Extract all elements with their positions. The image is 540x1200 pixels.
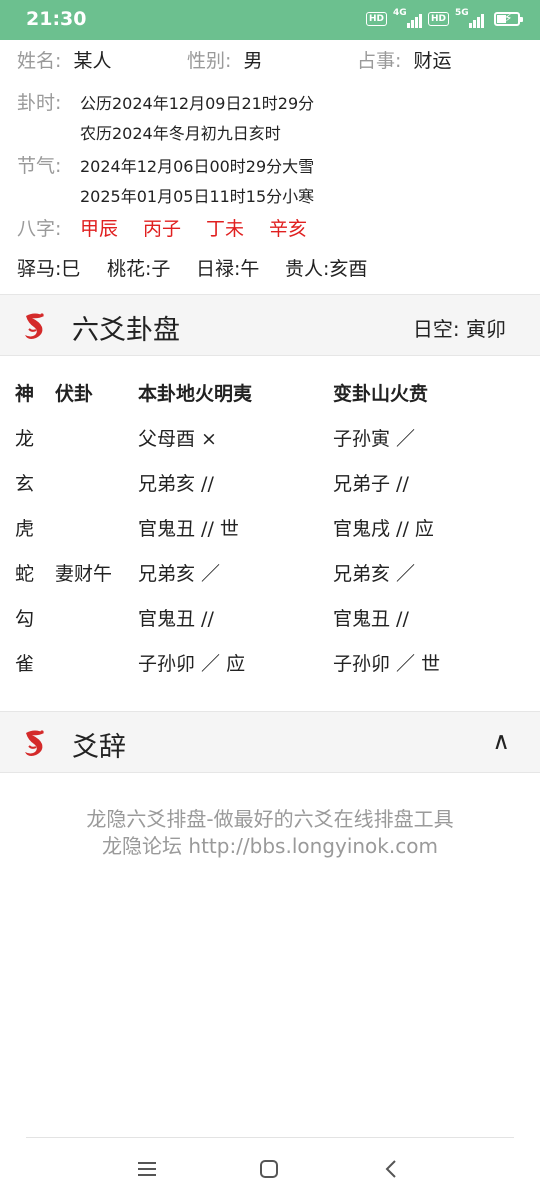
shensha-yima: 驿马:巳 [17,258,81,280]
table-row: 雀 子孙卯 ／ 应 子孙卯 ／ 世 [15,649,525,681]
battery-icon: ⚡ [494,11,523,26]
row-ben: 官鬼丑 // [138,608,214,630]
header-ben: 本卦地火明夷 [138,383,253,405]
matter-label: 占事: [357,50,402,72]
time-label: 卦时: [17,92,62,114]
status-time: 21:30 [26,8,87,30]
row-ben: 兄弟亥 ／ [138,563,221,585]
row-ben: 兄弟亥 // [138,473,214,495]
solar-term-1: 2024年12月06日00时29分大雪 [80,157,315,176]
solar-term-label: 节气: [17,155,62,177]
time-label-row: 卦时: [17,88,61,115]
shensha-taohua: 桃花:子 [107,258,171,280]
header-shen: 神 [15,383,35,405]
time-solar: 公历2024年12月09日21时29分 [80,94,315,113]
gender-row: 性别: 男 [187,46,262,73]
gender-value: 男 [243,50,263,72]
table-header-row: 神 伏卦 本卦地火明夷 变卦山火贲 [15,379,525,411]
row-shen: 龙 [15,428,35,450]
bazi-pillar-month: 丙子 [143,218,182,240]
gua-section-header[interactable]: 六爻卦盘 日空: 寅卯 [0,294,540,356]
row-bian: 官鬼戌 // 应 [333,518,434,540]
row-bian: 兄弟子 // [333,473,409,495]
row-fu: 妻财午 [55,563,113,585]
bazi-pillar-year: 甲辰 [80,218,119,240]
hd-badge-2: HD [427,12,449,26]
gua-section-title: 六爻卦盘 [72,315,180,346]
footer: 龙隐六爻排盘-做最好的六爻在线排盘工具 龙隐论坛 http://bbs.long… [0,806,540,860]
row-bian: 官鬼丑 // [333,608,409,630]
system-nav-bar [0,1140,540,1200]
dragon-logo-icon [25,313,44,339]
matter-value: 财运 [413,50,452,72]
bazi-pillar-day: 丁未 [206,218,245,240]
bazi-pillar-hour: 辛亥 [269,218,308,240]
row-ben: 子孙卯 ／ 应 [138,653,246,675]
yaoci-section-header[interactable]: 爻辞 ∧ [0,711,540,773]
gender-label: 性别: [187,50,232,72]
back-button[interactable] [376,1154,406,1184]
row-shen: 勾 [15,608,35,630]
name-value: 某人 [73,50,112,72]
table-row: 勾 官鬼丑 // 官鬼丑 // [15,604,525,636]
time-lunar: 农历2024年冬月初九日亥时 [80,124,281,143]
bazi-row: 八字: [17,214,61,241]
status-icons: HD 4G HD 5G ⚡ [365,8,523,28]
header-bian: 变卦山火贲 [333,383,429,405]
footer-forum-link[interactable]: 龙隐论坛 http://bbs.longyinok.com [0,833,540,860]
signal-icon: 4G [393,8,422,28]
table-row: 蛇 妻财午 兄弟亥 ／ 兄弟亥 ／ [15,559,525,591]
bazi-label: 八字: [17,218,62,240]
nav-divider [26,1137,514,1138]
menu-icon [138,1162,156,1176]
shensha-guiren: 贵人:亥酉 [285,258,368,280]
solar-term-2: 2025年01月05日11时15分小寒 [80,187,315,206]
header-fu: 伏卦 [55,383,94,405]
back-icon [385,1160,396,1178]
row-bian: 兄弟亥 ／ [333,563,416,585]
basic-info-row: 姓名: 某人 [17,46,111,73]
status-bar: 21:30 HD 4G HD 5G ⚡ [0,0,540,40]
row-shen: 雀 [15,653,35,675]
collapse-toggle-icon[interactable]: ∧ [492,727,510,755]
dragon-logo-icon [25,730,44,756]
table-row: 玄 兄弟亥 // 兄弟子 // [15,469,525,501]
row-shen: 虎 [15,518,35,540]
hd-badge: HD [365,12,387,26]
signal-icon-2: 5G [455,8,484,28]
row-ben: 父母酉 × [138,428,217,450]
row-ben: 官鬼丑 // 世 [138,518,239,540]
table-row: 虎 官鬼丑 // 世 官鬼戌 // 应 [15,514,525,546]
row-bian: 子孙卯 ／ 世 [333,653,441,675]
row-shen: 玄 [15,473,35,495]
home-icon [260,1160,278,1178]
shensha-rilu: 日禄:午 [196,258,260,280]
name-label: 姓名: [17,50,62,72]
rikong-value: 日空: 寅卯 [412,317,506,341]
menu-button[interactable] [132,1154,162,1184]
row-bian: 子孙寅 ／ [333,428,416,450]
row-shen: 蛇 [15,563,35,585]
solar-term-label-row: 节气: [17,151,61,178]
matter-row: 占事: 财运 [357,46,451,73]
home-button[interactable] [254,1154,284,1184]
footer-slogan: 龙隐六爻排盘-做最好的六爻在线排盘工具 [86,807,454,831]
table-row: 龙 父母酉 × 子孙寅 ／ [15,424,525,456]
yaoci-section-title: 爻辞 [72,732,126,763]
